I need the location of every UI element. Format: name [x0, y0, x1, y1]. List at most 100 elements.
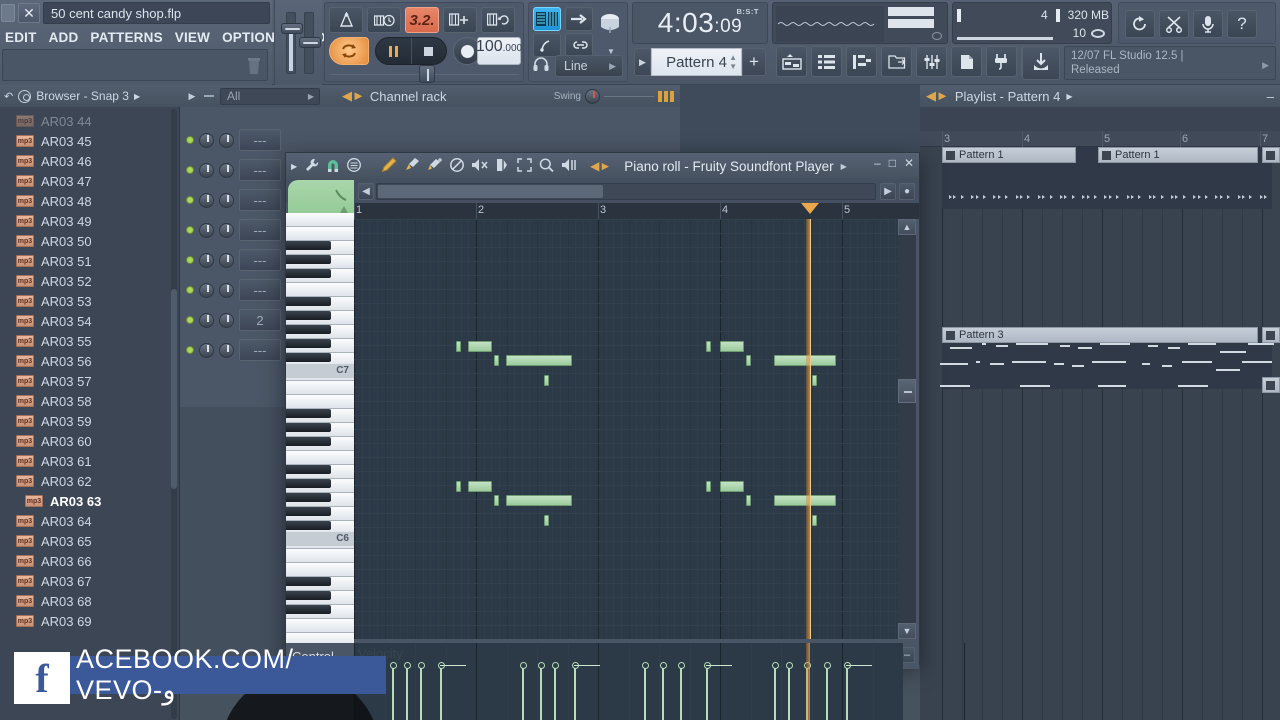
magnet-icon[interactable]: [326, 158, 340, 175]
velocity-editor[interactable]: Velocity: [354, 643, 965, 720]
channel-list[interactable]: --- --- --- --- --- --- 2 ---: [186, 125, 290, 365]
piano-roll-note[interactable]: [746, 355, 751, 366]
mixer-toggle-icon[interactable]: [916, 46, 947, 77]
velocity-stem[interactable]: [574, 665, 576, 720]
pattern-name[interactable]: Pattern 4 ▲ ▼: [651, 48, 742, 76]
playback-icon[interactable]: [561, 158, 577, 175]
browser-item[interactable]: mp3 AR03 44: [0, 111, 172, 131]
piano-key-white[interactable]: [286, 283, 354, 297]
browser-item[interactable]: mp3 AR03 64: [0, 511, 172, 531]
channel-volume-knob[interactable]: [219, 132, 234, 148]
velocity-handle[interactable]: [537, 662, 545, 669]
menu-item-view[interactable]: VIEW: [175, 30, 210, 45]
scroll-up-button[interactable]: ▲: [898, 219, 916, 235]
mute-icon[interactable]: [471, 158, 488, 175]
help-icon[interactable]: ?: [1227, 10, 1257, 38]
piano-roll-ruler[interactable]: 1 2 3 4 5: [354, 203, 919, 219]
plugin-picker-icon[interactable]: [986, 46, 1017, 77]
piano-key-black[interactable]: [286, 437, 331, 446]
piano-key-white[interactable]: [286, 213, 354, 227]
browser-item[interactable]: mp3 AR03 57: [0, 371, 172, 391]
browser-item[interactable]: mp3 AR03 48: [0, 191, 172, 211]
playlist-clip[interactable]: Pattern 3: [1262, 327, 1280, 343]
piano-roll-note[interactable]: [544, 515, 549, 526]
piano-roll-grid[interactable]: [354, 219, 903, 639]
microphone-icon[interactable]: [1193, 10, 1223, 38]
piano-key-white[interactable]: [286, 451, 354, 465]
trash-icon[interactable]: [247, 56, 261, 76]
browser-item[interactable]: mp3 AR03 65: [0, 531, 172, 551]
tempo-field[interactable]: 100.000: [476, 37, 522, 65]
piano-key-black[interactable]: [286, 409, 331, 418]
piano-keyboard[interactable]: C7 C6: [286, 213, 354, 647]
back-arrow-icon[interactable]: ↶: [4, 90, 13, 103]
browser-item[interactable]: mp3 AR03 47: [0, 171, 172, 191]
vertical-scroll-thumb[interactable]: [898, 379, 916, 403]
velocity-stem[interactable]: [774, 665, 776, 720]
browser-item[interactable]: mp3 AR03 58: [0, 391, 172, 411]
search-icon[interactable]: [18, 89, 32, 103]
channel-mute-led[interactable]: [186, 256, 194, 264]
chevron-right-icon[interactable]: ▶: [841, 162, 847, 171]
menu-icon[interactable]: [347, 157, 362, 175]
close-icon[interactable]: ✕: [18, 3, 40, 23]
channel-pan-knob[interactable]: [199, 252, 214, 268]
browser-item[interactable]: mp3 AR03 68: [0, 591, 172, 611]
time-display[interactable]: 4:03:09 B:S:T: [632, 2, 768, 44]
download-icon[interactable]: [1022, 46, 1060, 80]
scroll-left-button[interactable]: ◀: [358, 183, 374, 200]
chevron-right-icon[interactable]: ▶: [1066, 92, 1072, 101]
menu-item-add[interactable]: ADD: [49, 30, 79, 45]
piano-key-black[interactable]: [286, 269, 331, 278]
chevron-right-icon[interactable]: ▶: [291, 162, 297, 171]
channel-mixer-route[interactable]: ---: [239, 279, 281, 301]
piano-roll-titlebar[interactable]: ▶ ◀► Piano roll - Fruity Soundfont Playe…: [286, 153, 919, 179]
velocity-stem[interactable]: [846, 665, 848, 720]
piano-roll-note[interactable]: [706, 341, 711, 352]
channel-mute-led[interactable]: [186, 316, 194, 324]
snap-select[interactable]: Line ▶: [555, 55, 623, 77]
velocity-handle[interactable]: [551, 662, 559, 669]
piano-roll-note[interactable]: [774, 355, 836, 366]
velocity-stem[interactable]: [644, 665, 646, 720]
channel-mixer-route[interactable]: ---: [239, 339, 281, 361]
channel-pan-knob[interactable]: [199, 162, 214, 178]
scissors-icon[interactable]: [1159, 10, 1189, 38]
pencil-icon[interactable]: [381, 157, 397, 175]
channel-mixer-route[interactable]: ---: [239, 189, 281, 211]
stop-button[interactable]: [412, 38, 447, 64]
swing-knob[interactable]: [585, 88, 600, 104]
loop-mode-button[interactable]: [329, 37, 369, 65]
pattern-menu-arrow[interactable]: ▶: [634, 48, 651, 76]
velocity-stem[interactable]: [406, 665, 408, 720]
typing-keyboard-icon[interactable]: [533, 33, 561, 57]
pattern-view-icon[interactable]: [533, 7, 561, 31]
piano-key-white[interactable]: [286, 381, 354, 395]
channel-pan-knob[interactable]: [199, 222, 214, 238]
velocity-stem[interactable]: [554, 665, 556, 720]
maximize-button[interactable]: □: [889, 156, 896, 170]
refresh-icon[interactable]: [1125, 10, 1155, 38]
velocity-stem[interactable]: [706, 665, 708, 720]
playlist-toggle-icon[interactable]: [776, 46, 807, 77]
channel-row[interactable]: ---: [186, 245, 290, 275]
channel-row[interactable]: ---: [186, 275, 290, 305]
piano-key-black[interactable]: [286, 605, 331, 614]
minimize-icon[interactable]: –: [1267, 89, 1280, 104]
browser-item[interactable]: mp3 AR03 61: [0, 451, 172, 471]
delete-icon[interactable]: [450, 157, 465, 175]
browser-item[interactable]: mp3 AR03 55: [0, 331, 172, 351]
piano-key-white[interactable]: [286, 395, 354, 409]
piano-roll-note[interactable]: [774, 495, 836, 506]
speaker-icon[interactable]: ◀►: [926, 88, 949, 104]
browser-header[interactable]: ↶ Browser - Snap 3 ▶: [0, 85, 180, 107]
channel-mixer-route[interactable]: ---: [239, 219, 281, 241]
scroll-menu-button[interactable]: ●: [899, 183, 915, 200]
browser-item[interactable]: mp3 AR03 46: [0, 151, 172, 171]
piano-key-white[interactable]: [286, 563, 354, 577]
master-pitch-slider[interactable]: [299, 12, 321, 74]
channel-mixer-route[interactable]: ---: [239, 249, 281, 271]
project-picker-icon[interactable]: [951, 46, 982, 77]
velocity-stem[interactable]: [540, 665, 542, 720]
velocity-handle[interactable]: [417, 662, 425, 669]
